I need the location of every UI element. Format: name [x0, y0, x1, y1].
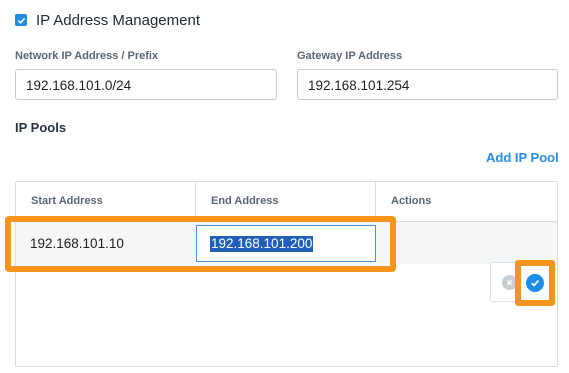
- row-highlight: [5, 216, 396, 272]
- add-ip-pool-link[interactable]: Add IP Pool: [486, 150, 559, 165]
- ipam-checkbox-label: IP Address Management: [36, 12, 200, 29]
- gateway-field[interactable]: 192.168.101.254: [297, 69, 558, 100]
- close-icon: [506, 279, 513, 286]
- gateway-field-value: 192.168.101.254: [308, 78, 410, 93]
- ipam-checkbox[interactable]: [15, 14, 27, 26]
- check-circle-icon: [531, 280, 540, 287]
- gateway-field-label: Gateway IP Address: [297, 50, 403, 62]
- network-field[interactable]: 192.168.101.0/24: [15, 69, 277, 100]
- column-header-actions: Actions: [391, 195, 432, 207]
- check-icon: [17, 17, 25, 24]
- ip-pools-title: IP Pools: [15, 120, 67, 135]
- network-field-label: Network IP Address / Prefix: [15, 50, 159, 62]
- column-header-start: Start Address: [31, 195, 103, 207]
- confirm-edit-button[interactable]: [526, 274, 544, 292]
- network-field-value: 192.168.101.0/24: [26, 78, 132, 93]
- column-header-end: End Address: [211, 195, 279, 207]
